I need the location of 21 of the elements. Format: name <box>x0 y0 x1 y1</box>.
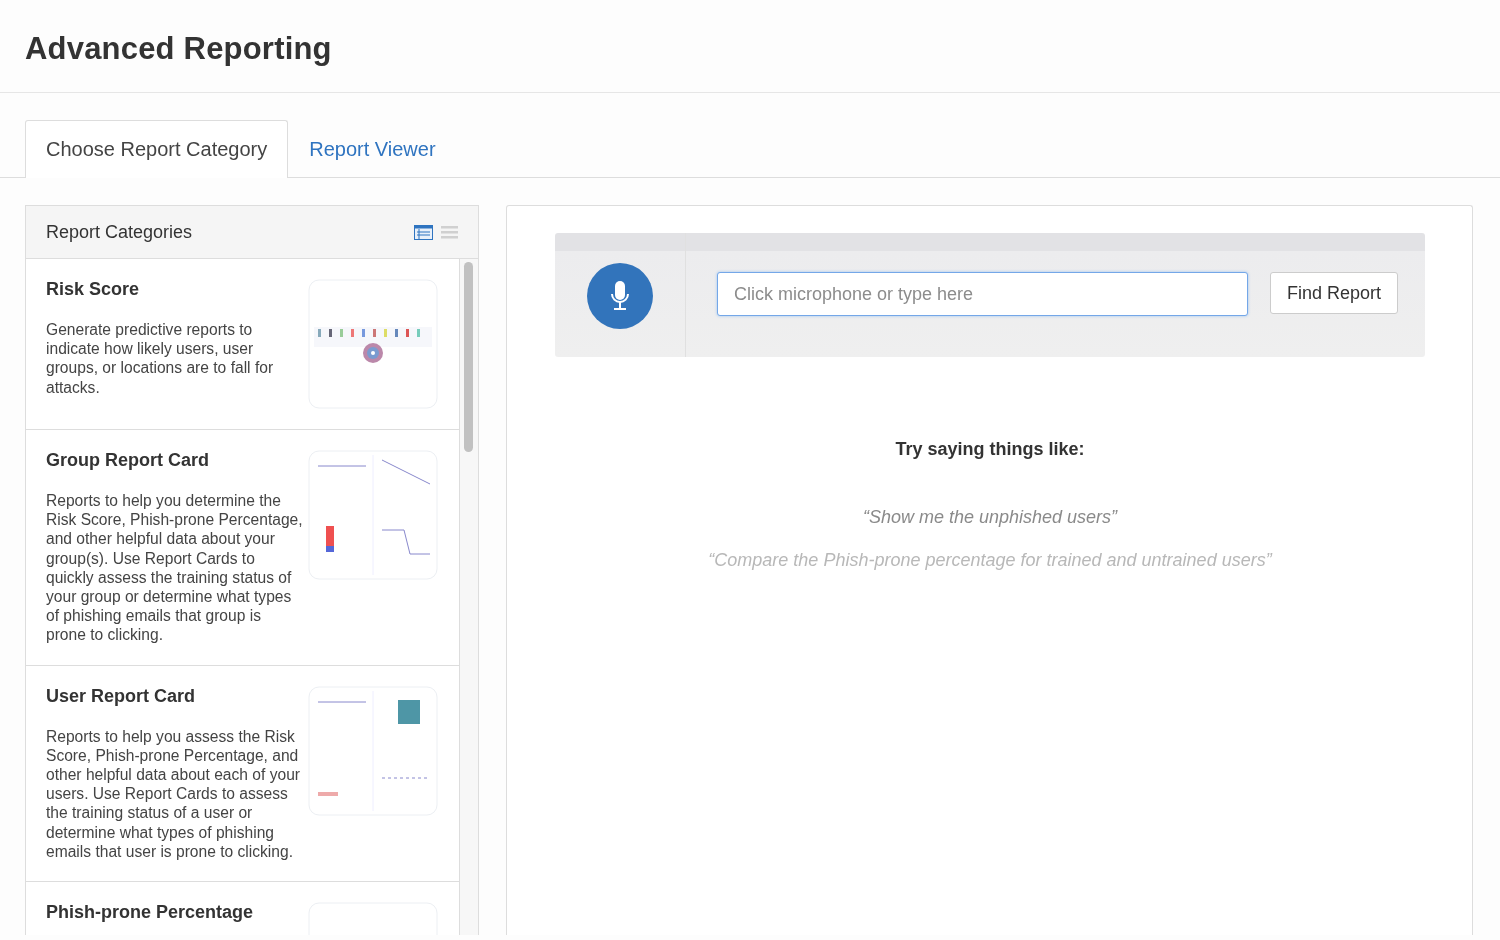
category-title[interactable]: Group Report Card <box>46 450 304 471</box>
category-description: Reports to help you determine the Risk Score, Phish-prone Percentage, and other helpful data about your group(s). Use Report Cards to quickly assess the training status of your group or determine what types of phishing emails that group is prone to clicking. <box>46 491 304 645</box>
category-description: Reports to help you assess the Risk Score, Phish-prone Percentage, and other helpful data about each of your users. Use Report Cards to assess the training status of a user or determine what types of phishing emails that user is prone to clicking. <box>46 726 301 862</box>
microphone-icon <box>610 281 630 311</box>
example-phrase: “Show me the unphished users” <box>862 507 1118 528</box>
category-title[interactable]: Risk Score <box>46 279 304 300</box>
find-report-button[interactable]: Find Report <box>1269 272 1398 314</box>
scrollbar-thumb[interactable] <box>464 262 473 452</box>
category-title[interactable]: User Report Card <box>46 685 304 707</box>
page-title: Advanced Reporting <box>25 31 333 67</box>
scrollbar[interactable] <box>460 259 478 935</box>
card-view-icon[interactable] <box>414 224 433 240</box>
search-field[interactable]: Click microphone or type here <box>717 272 1248 316</box>
category-description: Generate predictive reports to indicate how likely users, user groups, or locations are to fall for attacks. <box>46 320 275 397</box>
tab[interactable]: Report Viewer <box>288 120 457 178</box>
panel-title: Report Categories <box>46 221 194 243</box>
suggestions-heading: Try saying things like: <box>895 439 1085 460</box>
list-view-icon[interactable] <box>441 225 458 239</box>
tab[interactable]: Choose Report Category <box>25 120 289 178</box>
example-phrase: “Compare the Phish-prone percentage for trained and untrained users” <box>708 550 1272 571</box>
category-title[interactable]: Phish-prone Percentage <box>46 902 304 924</box>
